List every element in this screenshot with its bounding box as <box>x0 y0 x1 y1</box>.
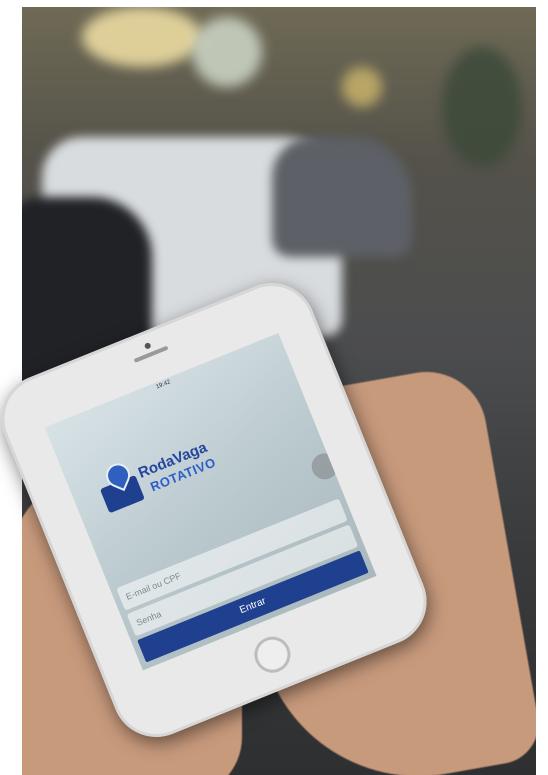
bokeh-light <box>442 47 522 167</box>
dark-car <box>272 137 412 257</box>
bokeh-light <box>82 7 202 67</box>
app-logo: RodaVaga ROTATIVO <box>89 418 251 530</box>
bokeh-light <box>342 67 382 107</box>
bokeh-light <box>192 17 262 87</box>
